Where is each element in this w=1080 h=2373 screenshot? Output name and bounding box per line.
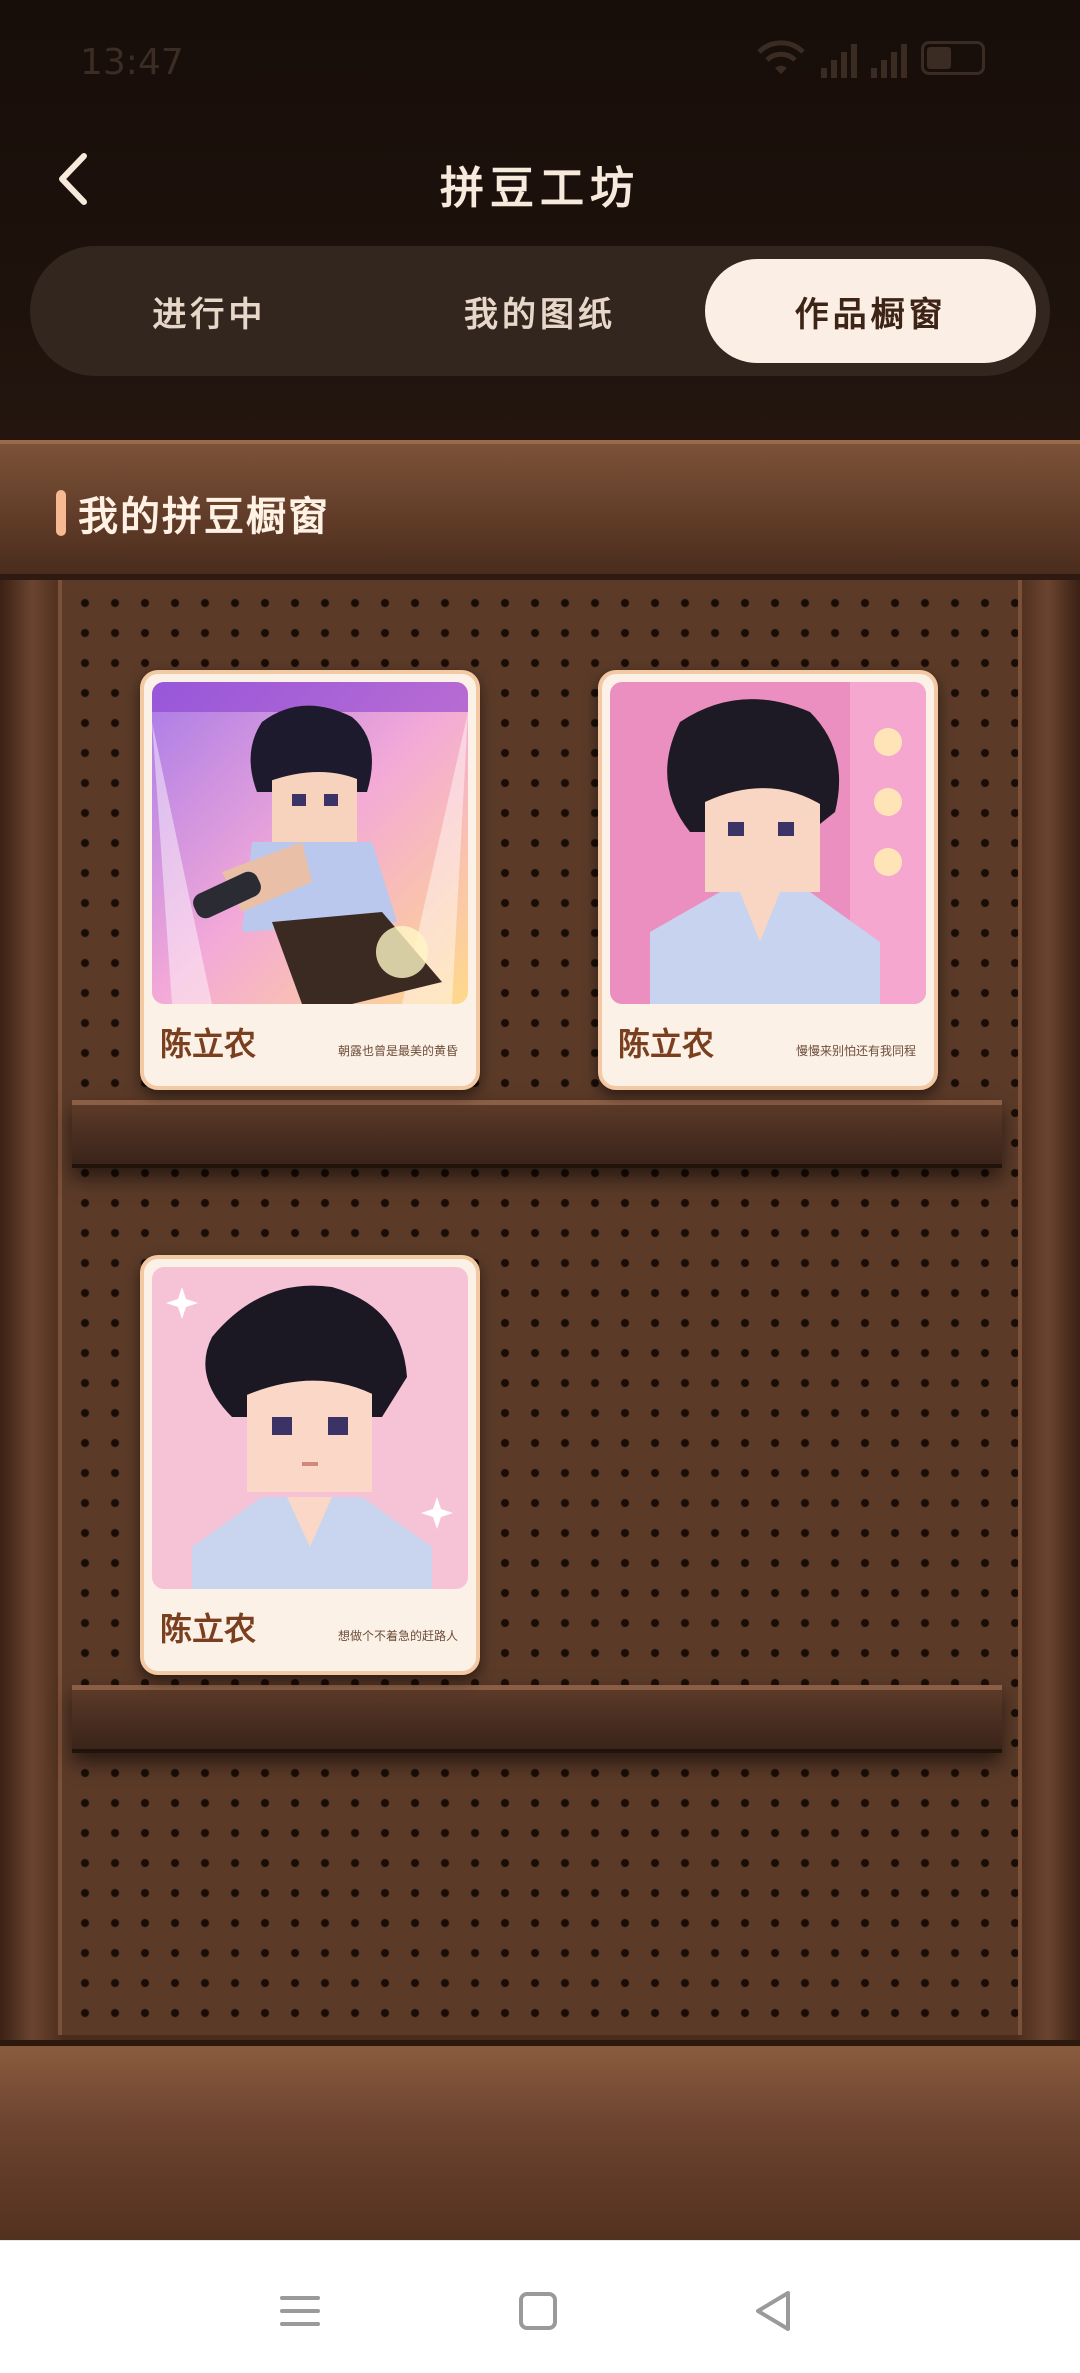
status-time: 13:47 xyxy=(80,42,184,83)
status-icons xyxy=(755,38,985,78)
card-caption-3: 想做个不着急的赶路人 xyxy=(337,1629,458,1643)
system-nav-bar xyxy=(0,2240,1080,2373)
artwork-card-2[interactable]: 陈立农 慢慢来别怕还有我同程 xyxy=(598,670,938,1090)
wifi-icon xyxy=(757,40,805,74)
showcase-frame-bottom xyxy=(0,2040,1080,2240)
pixel-portrait-image xyxy=(152,1267,468,1589)
card-artwork-3 xyxy=(152,1267,468,1589)
card-name-1: 陈立农 xyxy=(160,1025,257,1063)
shelf-1 xyxy=(72,1100,1002,1168)
section-header: 我的拼豆橱窗 xyxy=(0,440,1080,580)
home-button[interactable] xyxy=(508,2281,568,2341)
card-caption-2: 慢慢来别怕还有我同程 xyxy=(795,1044,916,1058)
tab-my-patterns[interactable]: 我的图纸 xyxy=(375,259,706,363)
tab-in-progress[interactable]: 进行中 xyxy=(44,259,375,363)
recent-apps-button[interactable] xyxy=(270,2281,330,2341)
card-artwork-1 xyxy=(152,682,468,1004)
shelf-2 xyxy=(72,1685,1002,1753)
signal-icon-1 xyxy=(821,38,857,78)
back-triangle-icon xyxy=(756,2291,790,2331)
card-name-2: 陈立农 xyxy=(618,1025,715,1063)
tab-bar: 进行中 我的图纸 作品橱窗 xyxy=(30,246,1050,376)
card-name-3: 陈立农 xyxy=(160,1610,257,1648)
artwork-card-3[interactable]: 陈立农 想做个不着急的赶路人 xyxy=(140,1255,480,1675)
card-caption-1: 朝露也曾是最美的黄昏 xyxy=(337,1044,458,1058)
status-bar: 13:47 xyxy=(0,0,1080,120)
pixel-portrait-image xyxy=(152,682,468,1004)
menu-icon xyxy=(280,2296,320,2326)
back-nav-button[interactable] xyxy=(744,2281,804,2341)
tab-showcase[interactable]: 作品橱窗 xyxy=(705,259,1037,363)
card-artwork-2 xyxy=(610,682,926,1004)
page-title: 拼豆工坊 xyxy=(440,163,640,214)
home-square-icon xyxy=(519,2292,557,2330)
artwork-card-1[interactable]: 陈立农 朝露也曾是最美的黄昏 xyxy=(140,670,480,1090)
header: 拼豆工坊 xyxy=(0,130,1080,230)
section-title: 我的拼豆橱窗 xyxy=(78,494,330,540)
showcase-frame: 陈立农 朝露也曾是最美的黄昏 陈立农 慢慢来别怕还有我同程 陈立农 想做个不着急… xyxy=(0,580,1080,2055)
battery-icon xyxy=(921,41,985,75)
pixel-portrait-image xyxy=(610,682,926,1004)
section-accent-bar xyxy=(56,490,66,536)
signal-icon-2 xyxy=(871,38,907,78)
